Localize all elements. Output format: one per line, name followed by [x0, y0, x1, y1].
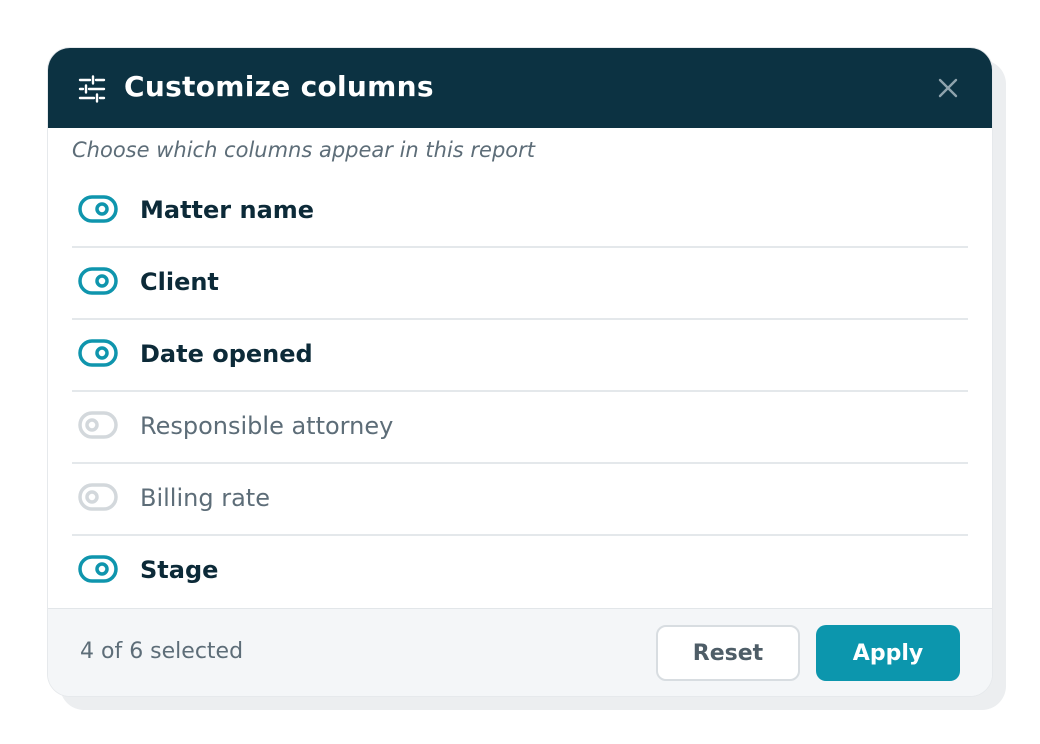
reset-button[interactable]: Reset — [656, 625, 800, 681]
dialog-footer: 4 of 6 selected Reset Apply — [48, 608, 992, 696]
selection-count: 4 of 6 selected — [80, 639, 244, 664]
column-label: Stage — [140, 556, 219, 584]
close-icon[interactable] — [934, 74, 962, 102]
column-list: Matter name Client Date opened Responsib… — [72, 176, 968, 608]
dialog-header: Customize columns — [48, 48, 992, 128]
sliders-icon — [78, 75, 106, 103]
column-label: Responsible attorney — [140, 412, 394, 440]
toggle-icon[interactable] — [78, 266, 118, 298]
column-label: Date opened — [140, 340, 313, 368]
column-row-billing-rate[interactable]: Billing rate — [72, 464, 968, 536]
column-label: Matter name — [140, 196, 315, 224]
toggle-icon[interactable] — [78, 410, 118, 442]
column-row-responsible-attorney[interactable]: Responsible attorney — [72, 392, 968, 464]
column-label: Billing rate — [140, 484, 270, 512]
toggle-icon[interactable] — [78, 194, 118, 226]
toggle-icon[interactable] — [78, 482, 118, 514]
toggle-icon[interactable] — [78, 554, 118, 586]
customize-columns-dialog: Customize columns Choose which columns a… — [48, 48, 992, 696]
dialog-subtitle: Choose which columns appear in this repo… — [72, 138, 536, 162]
apply-button[interactable]: Apply — [816, 625, 960, 681]
toggle-icon[interactable] — [78, 338, 118, 370]
page: Customize columns Choose which columns a… — [0, 0, 1040, 744]
column-row-stage[interactable]: Stage — [72, 536, 968, 608]
column-row-matter-name[interactable]: Matter name — [72, 176, 968, 248]
column-row-client[interactable]: Client — [72, 248, 968, 320]
column-label: Client — [140, 268, 219, 296]
dialog-title: Customize columns — [124, 70, 434, 103]
column-row-date-opened[interactable]: Date opened — [72, 320, 968, 392]
